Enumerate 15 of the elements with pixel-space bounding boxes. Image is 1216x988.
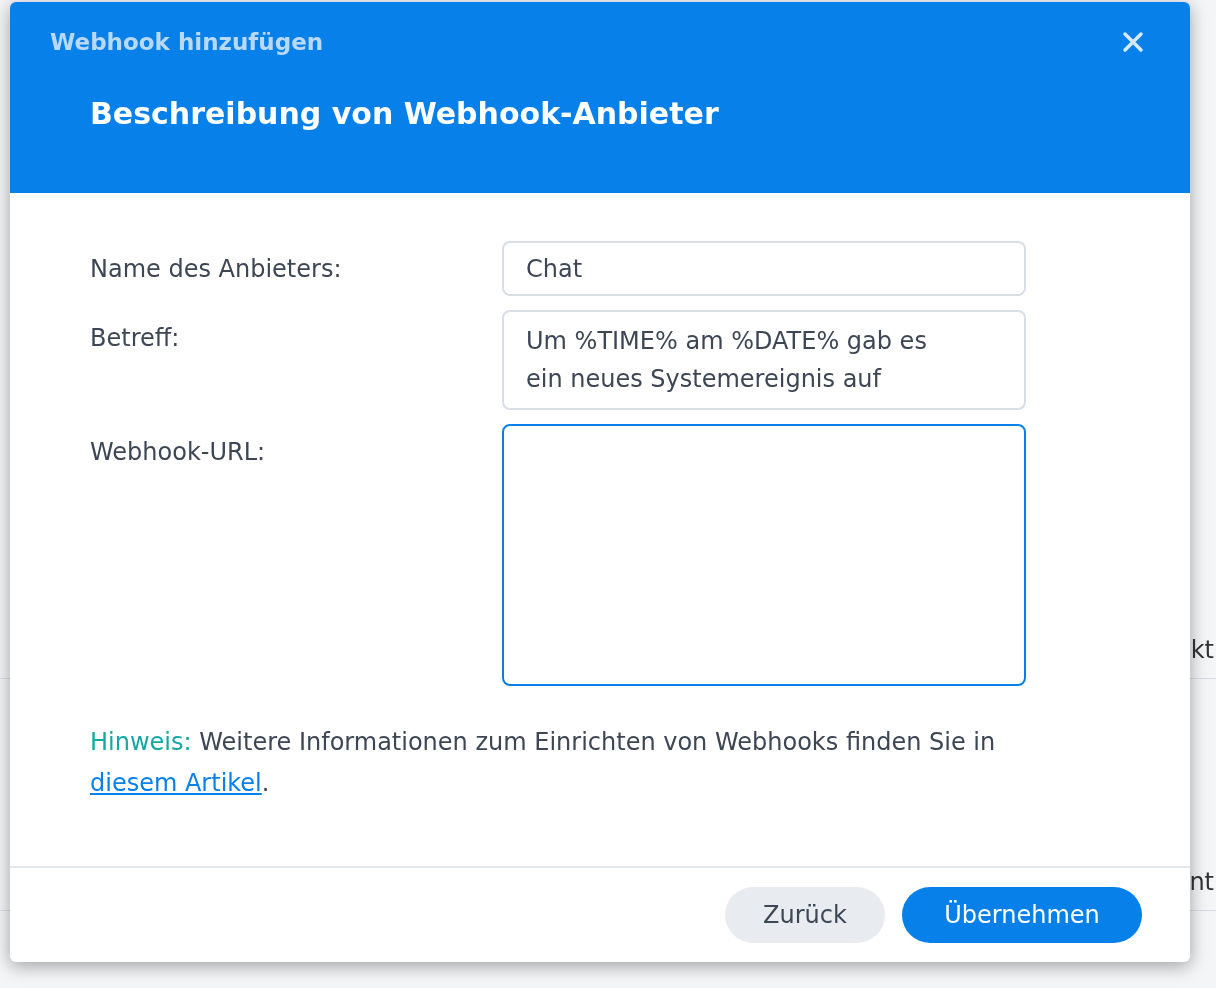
background-text: kt	[1190, 636, 1214, 664]
field-label: Betreff:	[90, 323, 181, 352]
text-field[interactable]: Chat	[502, 241, 1026, 296]
apply-button[interactable]: Übernehmen	[902, 887, 1142, 943]
field-label: Webhook-URL:	[90, 437, 267, 466]
step-heading: Beschreibung von Webhook-Anbieter	[90, 96, 720, 131]
text-area[interactable]: Um %TIME% am %DATE% gab es ein neues Systemereignis auf	[502, 310, 1026, 410]
dialog-title: Webhook hinzufügen	[50, 29, 324, 55]
field-label: Name des Anbieters:	[90, 254, 343, 283]
background-text: nt	[1189, 868, 1214, 896]
article-link[interactable]: diesem Artikel	[90, 769, 262, 797]
hint-text: Hinweis: Weitere Informationen zum Einrichten von Webhooks finden Sie in diesem Artikel.	[90, 727, 997, 799]
back-button[interactable]: Zurück	[725, 887, 885, 943]
text-area[interactable]	[502, 424, 1026, 686]
close-icon[interactable]	[1122, 31, 1144, 53]
